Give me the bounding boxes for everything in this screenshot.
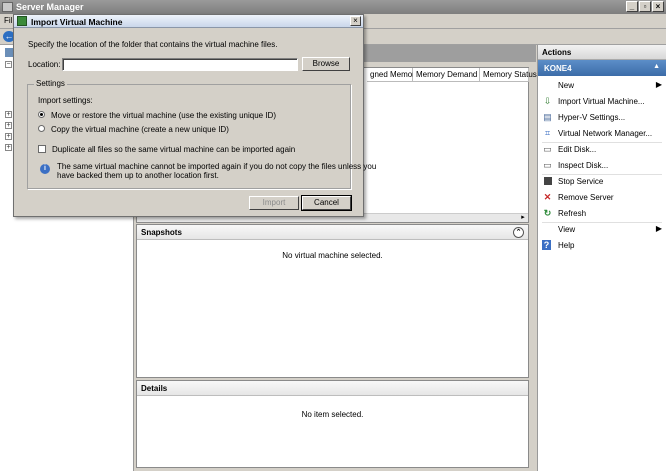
tree-expand-3[interactable]: + (5, 122, 12, 129)
submenu-arrow-icon: ▶ (655, 80, 662, 89)
option-copy-label[interactable]: Copy the virtual machine (create a new u… (51, 125, 229, 134)
location-label: Location: (28, 60, 61, 69)
action-import-label: Import Virtual Machine... (558, 97, 645, 106)
snapshots-pane: Snapshots ⌃ No virtual machine selected. (136, 224, 529, 378)
edit-disk-icon: ▭ (543, 144, 552, 154)
action-refresh-label: Refresh (558, 209, 587, 218)
action-stop-service-label: Stop Service (558, 177, 604, 186)
action-inspect-disk-label: Inspect Disk... (558, 161, 609, 170)
action-edit-disk[interactable]: ▭ Edit Disk... (542, 143, 664, 157)
dialog-instruction: Specify the location of the folder that … (28, 40, 278, 49)
dialog-close-button[interactable]: × (350, 16, 361, 26)
import-settings-label: Import settings: (38, 96, 93, 105)
action-virtual-network-manager[interactable]: ⌗ Virtual Network Manager... (542, 127, 664, 141)
actions-group-header[interactable]: KONE4 ▲ (538, 60, 666, 76)
menu-file[interactable]: Fil (4, 16, 12, 25)
stop-icon (542, 176, 553, 187)
action-edit-disk-label: Edit Disk... (558, 145, 597, 154)
network-icon: ⌗ (544, 128, 551, 138)
inspect-disk-icon: ▭ (543, 160, 552, 170)
action-remove-server[interactable]: ✕ Remove Server (542, 191, 664, 205)
dialog-titlebar: Import Virtual Machine × (14, 15, 363, 28)
window-titlebar: Server Manager _ ▫ × (0, 0, 666, 14)
action-refresh[interactable]: ↻ Refresh (542, 207, 664, 221)
duplicate-files-checkbox[interactable] (38, 145, 46, 153)
snapshots-empty-message: No virtual machine selected. (282, 251, 383, 260)
maximize-button[interactable]: ▫ (639, 1, 651, 12)
window-title: Server Manager (16, 2, 84, 12)
import-virtual-machine-dialog: Import Virtual Machine × Specify the loc… (13, 14, 376, 217)
action-view[interactable]: View ▶ (542, 223, 664, 237)
server-manager-icon (2, 2, 13, 12)
action-help[interactable]: ? Help (542, 239, 664, 253)
refresh-icon: ↻ (543, 208, 552, 218)
action-hyperv-settings-label: Hyper-V Settings... (558, 113, 626, 122)
settings-title: Settings (34, 79, 67, 88)
action-new[interactable]: New ▶ (542, 79, 664, 93)
remove-icon: ✕ (543, 192, 552, 202)
settings-icon: ▤ (543, 112, 552, 122)
location-input[interactable] (62, 58, 298, 71)
duplicate-files-label[interactable]: Duplicate all files so the same virtual … (52, 145, 295, 154)
actions-title: Actions (538, 45, 666, 60)
actions-group-label: KONE4 (544, 64, 572, 73)
info-icon: i (40, 164, 50, 174)
collapse-caret-icon[interactable]: ▲ (653, 63, 660, 70)
radio-move-restore[interactable] (38, 111, 45, 118)
dialog-title: Import Virtual Machine (31, 17, 123, 27)
action-hyperv-settings[interactable]: ▤ Hyper-V Settings... (542, 111, 664, 125)
import-vm-icon (17, 16, 27, 26)
actions-pane: Actions KONE4 ▲ New ▶ ⇩ Import Virtual M… (537, 45, 666, 471)
tree-expand-1[interactable]: − (5, 61, 12, 68)
snapshots-title: Snapshots (141, 228, 182, 237)
action-virtual-network-label: Virtual Network Manager... (558, 129, 653, 138)
import-button[interactable]: Import (249, 196, 299, 210)
action-new-label: New (558, 81, 575, 90)
column-memory-status[interactable]: Memory Status (480, 68, 537, 82)
info-text-line1: The same virtual machine cannot be impor… (57, 162, 377, 171)
import-icon: ⇩ (543, 96, 552, 106)
action-import-virtual-machine[interactable]: ⇩ Import Virtual Machine... (542, 95, 664, 109)
action-stop-service[interactable]: Stop Service (542, 175, 664, 189)
tree-expand-2[interactable]: + (5, 111, 12, 118)
help-icon: ? (542, 240, 551, 250)
submenu-arrow-icon: ▶ (655, 224, 662, 233)
minimize-button[interactable]: _ (626, 1, 638, 12)
collapse-icon[interactable]: ⌃ (513, 227, 524, 238)
action-view-label: View (558, 225, 576, 234)
radio-copy[interactable] (38, 125, 45, 132)
browse-button[interactable]: Browse (302, 57, 350, 71)
close-window-button[interactable]: × (652, 1, 664, 12)
option-move-label[interactable]: Move or restore the virtual machine (use… (51, 111, 276, 120)
info-text-line2: have backed them up to another location … (57, 171, 219, 180)
scroll-right-icon[interactable]: ▸ (519, 214, 527, 222)
snapshots-header: Snapshots ⌃ (137, 225, 528, 240)
column-memory-demand[interactable]: Memory Demand (413, 68, 480, 82)
details-header: Details (137, 381, 528, 396)
column-assigned-memory[interactable]: gned Memory (367, 68, 419, 82)
action-remove-server-label: Remove Server (558, 193, 614, 202)
details-empty-message: No item selected. (301, 410, 364, 419)
details-pane: Details No item selected. (136, 380, 529, 468)
tree-expand-4[interactable]: + (5, 133, 12, 140)
action-help-label: Help (558, 241, 575, 250)
tree-expand-5[interactable]: + (5, 144, 12, 151)
action-inspect-disk[interactable]: ▭ Inspect Disk... (542, 159, 664, 173)
details-title: Details (141, 384, 168, 393)
cancel-button[interactable]: Cancel (301, 195, 352, 211)
